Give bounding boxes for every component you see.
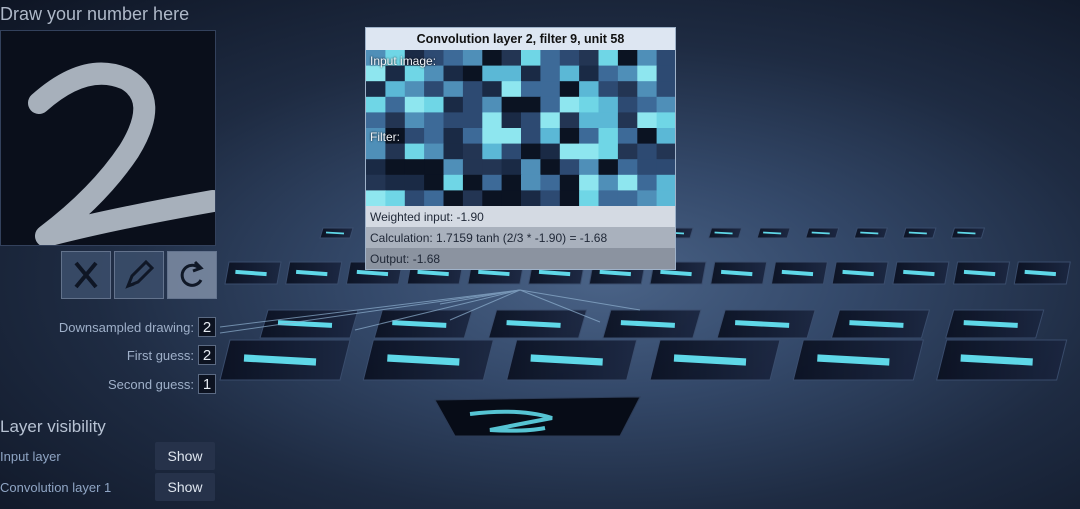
feature-highlight: [781, 269, 814, 277]
feature-highlight: [849, 320, 904, 328]
show-conv1-layer-button[interactable]: Show: [155, 473, 215, 501]
output-value: Output: -1.68: [366, 248, 675, 269]
feature-highlight: [957, 231, 976, 235]
feature-highlight: [673, 354, 747, 366]
convolution-layer-1: [219, 309, 1068, 381]
feature-highlight: [235, 269, 267, 277]
feature-highlight: [660, 269, 692, 277]
unit-tooltip: Convolution layer 2, filter 9, unit 58 I…: [365, 27, 676, 270]
drawn-digit: [28, 62, 215, 245]
feature-highlight: [325, 231, 345, 235]
feature-highlight: [720, 269, 753, 277]
feature-highlight: [735, 320, 790, 328]
weighted-input: Weighted input: -1.90: [366, 206, 675, 227]
feature-highlight: [963, 320, 1018, 328]
feature-highlight: [1024, 269, 1057, 277]
feature-highlight: [860, 231, 879, 235]
feature-highlight: [599, 269, 632, 277]
feature-highlight: [620, 320, 675, 328]
drawing-canvas[interactable]: [0, 30, 216, 246]
pencil-icon: [125, 259, 155, 289]
feature-highlight: [763, 231, 782, 235]
second-guess-row: Second guess: 1: [108, 374, 216, 394]
redo-icon: [180, 260, 204, 287]
feature-highlight: [714, 231, 733, 235]
feature-highlight: [392, 320, 447, 328]
calculation: Calculation: 1.7159 tanh (2/3 * -1.90) =…: [366, 227, 675, 248]
feature-highlight: [387, 354, 460, 366]
pixel-grid: [366, 50, 675, 206]
feature-highlight: [243, 354, 317, 366]
show-input-layer-button[interactable]: Show: [155, 442, 215, 470]
downsampled-value: 2: [198, 317, 216, 337]
feature-highlight: [356, 269, 389, 277]
feature-highlight: [506, 320, 561, 328]
feature-highlight: [478, 269, 510, 277]
feature-highlight: [817, 354, 890, 366]
layer-row-conv1: Convolution layer 1 Show: [0, 472, 215, 502]
first-guess-row: First guess: 2: [127, 345, 216, 365]
downsampled-row: Downsampled drawing: 2: [59, 317, 216, 337]
layer-label: Input layer: [0, 448, 61, 464]
pencil-button[interactable]: [114, 251, 164, 299]
redo-button[interactable]: [167, 251, 217, 299]
first-guess-label: First guess:: [126, 347, 194, 363]
feature-highlight: [417, 269, 449, 277]
feature-highlight: [842, 269, 874, 277]
control-panel: Draw your number here Downsampled drawin…: [0, 0, 222, 509]
draw-title: Draw your number here: [0, 4, 190, 24]
feature-highlight: [963, 269, 996, 277]
second-guess-label: Second guess:: [107, 376, 194, 392]
feature-highlight: [530, 354, 603, 366]
clear-button[interactable]: [61, 251, 111, 299]
feature-highlight: [960, 354, 1033, 366]
layer-label: Convolution layer 1: [0, 479, 112, 495]
input-image-label: Input image:: [370, 54, 437, 68]
first-guess-value: 2: [198, 345, 216, 365]
layer-row-input: Input layer Show: [0, 441, 215, 471]
downsampled-label: Downsampled drawing:: [58, 319, 194, 335]
feature-highlight: [295, 269, 328, 277]
clear-x-icon: [74, 261, 98, 289]
tooltip-title: Convolution layer 2, filter 9, unit 58: [366, 28, 675, 50]
feature-highlight: [903, 269, 935, 277]
tooltip-pixel-grids: Input image: Filter:: [366, 50, 675, 206]
second-guess-value: 1: [198, 374, 216, 394]
layer-visibility-title: Layer visibility: [0, 417, 106, 436]
filter-label: Filter:: [370, 130, 400, 144]
feature-highlight: [908, 231, 927, 235]
feature-highlight: [811, 231, 830, 235]
drawing-tools: [61, 251, 217, 299]
feature-highlight: [538, 269, 571, 277]
